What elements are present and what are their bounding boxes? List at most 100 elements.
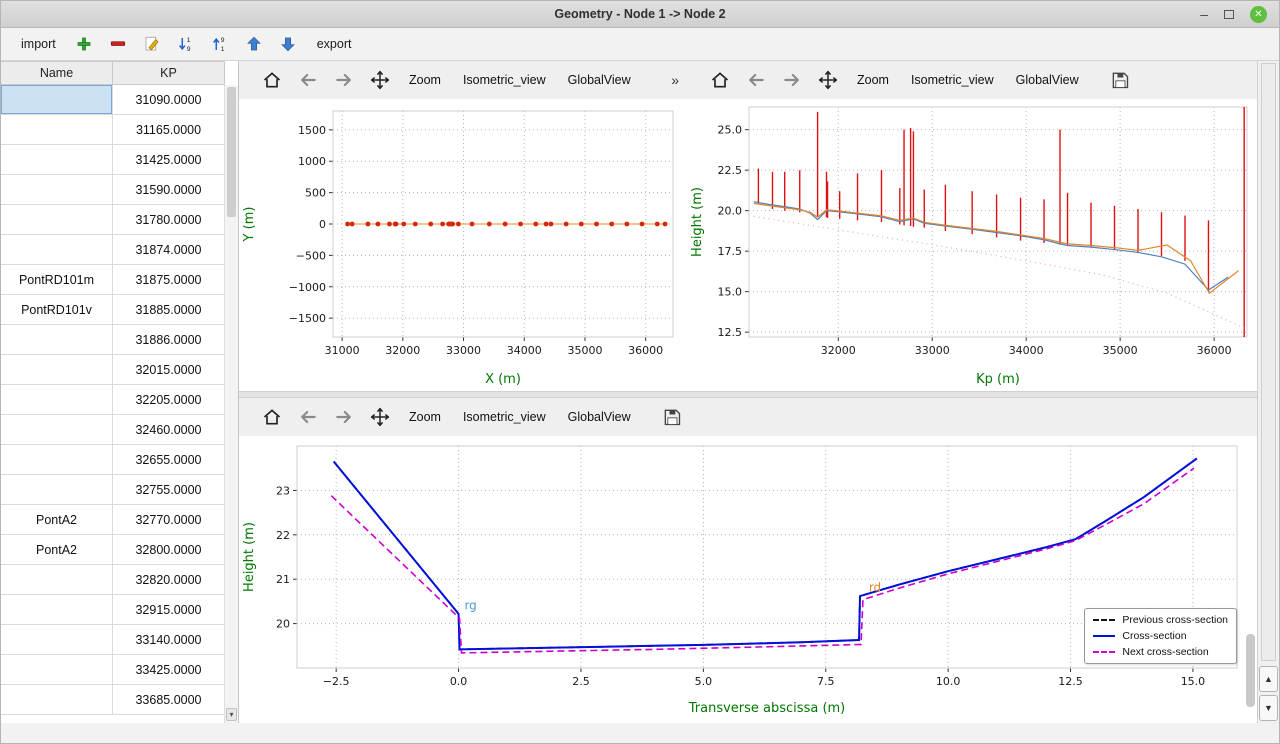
kp-cell[interactable]: 31165.0000 xyxy=(113,115,225,145)
pan-button[interactable] xyxy=(363,65,397,95)
name-cell[interactable]: PontRD101v xyxy=(1,295,113,325)
kp-cell[interactable]: 32800.0000 xyxy=(113,535,225,565)
table-row[interactable]: 32205.0000 xyxy=(1,385,238,415)
table-scrollbar[interactable]: ▾ xyxy=(224,85,238,723)
kp-cell[interactable]: 32770.0000 xyxy=(113,505,225,535)
edit-button[interactable] xyxy=(139,31,166,57)
import-button[interactable]: import xyxy=(13,34,64,54)
name-cell[interactable] xyxy=(1,85,113,115)
toolbar-overflow-button[interactable]: » xyxy=(671,72,679,88)
save-button[interactable] xyxy=(1103,65,1137,95)
kp-cell[interactable]: 33140.0000 xyxy=(113,625,225,655)
table-row[interactable]: 33685.0000 xyxy=(1,685,238,715)
name-cell[interactable] xyxy=(1,355,113,385)
scroll-down-button[interactable]: ▼ xyxy=(1259,695,1278,721)
table-row[interactable]: 31165.0000 xyxy=(1,115,238,145)
kp-cell[interactable]: 32205.0000 xyxy=(113,385,225,415)
name-cell[interactable] xyxy=(1,565,113,595)
table-row[interactable]: 32755.0000 xyxy=(1,475,238,505)
name-cell[interactable] xyxy=(1,655,113,685)
cross-section-chart[interactable]: −2.50.02.55.07.510.012.515.020212223rgrd… xyxy=(239,436,1253,720)
save-button[interactable] xyxy=(655,402,689,432)
table-row[interactable]: PontRD101m 31875.0000 xyxy=(1,265,238,295)
kp-cell[interactable]: 32655.0000 xyxy=(113,445,225,475)
name-cell[interactable] xyxy=(1,625,113,655)
table-row[interactable]: 32915.0000 xyxy=(1,595,238,625)
kp-cell[interactable]: 31885.0000 xyxy=(113,295,225,325)
forward-button[interactable] xyxy=(327,402,361,432)
home-button[interactable] xyxy=(703,65,737,95)
table-row[interactable]: 31590.0000 xyxy=(1,175,238,205)
zoom-button[interactable]: Zoom xyxy=(399,404,451,430)
scroll-up-button[interactable]: ▲ xyxy=(1259,666,1278,692)
kp-cell[interactable]: 33685.0000 xyxy=(113,685,225,715)
table-row[interactable]: 32820.0000 xyxy=(1,565,238,595)
table-row[interactable]: 31886.0000 xyxy=(1,325,238,355)
name-cell[interactable] xyxy=(1,115,113,145)
isometric-view-button[interactable]: Isometric_view xyxy=(901,67,1004,93)
kp-cell[interactable]: 31886.0000 xyxy=(113,325,225,355)
kp-cell[interactable]: 31875.0000 xyxy=(113,265,225,295)
pan-button[interactable] xyxy=(811,65,845,95)
table-row[interactable]: 32015.0000 xyxy=(1,355,238,385)
horizontal-splitter[interactable] xyxy=(239,391,1257,398)
pan-button[interactable] xyxy=(363,402,397,432)
kp-cell[interactable]: 31090.0000 xyxy=(113,85,225,115)
table-row[interactable]: 32460.0000 xyxy=(1,415,238,445)
remove-button[interactable] xyxy=(105,31,132,57)
scrollbar-track[interactable] xyxy=(1261,63,1276,661)
table-row[interactable]: 31874.0000 xyxy=(1,235,238,265)
table-row[interactable]: 32655.0000 xyxy=(1,445,238,475)
name-cell[interactable] xyxy=(1,685,113,715)
name-cell[interactable] xyxy=(1,175,113,205)
sort-ascending-button[interactable]: 91 xyxy=(207,31,234,57)
table-scrollbar-thumb[interactable] xyxy=(227,87,236,217)
table-scroll-down-button[interactable]: ▾ xyxy=(226,708,237,721)
name-cell[interactable] xyxy=(1,445,113,475)
close-button[interactable]: ✕ xyxy=(1250,6,1267,23)
name-cell[interactable]: PontRD101m xyxy=(1,265,113,295)
kp-cell[interactable]: 32755.0000 xyxy=(113,475,225,505)
minimize-button[interactable]: – xyxy=(1200,9,1208,19)
name-cell[interactable]: PontA2 xyxy=(1,505,113,535)
kp-cell[interactable]: 32460.0000 xyxy=(113,415,225,445)
kp-cell[interactable]: 32820.0000 xyxy=(113,565,225,595)
restore-button[interactable] xyxy=(1224,10,1234,19)
global-view-button[interactable]: GlobalView xyxy=(1006,67,1089,93)
table-row[interactable]: PontRD101v 31885.0000 xyxy=(1,295,238,325)
move-down-button[interactable] xyxy=(275,31,302,57)
isometric-view-button[interactable]: Isometric_view xyxy=(453,404,556,430)
isometric-view-button[interactable]: Isometric_view xyxy=(453,67,556,93)
panel-scrollbar-thumb[interactable] xyxy=(1246,634,1255,707)
column-header-kp[interactable]: KP xyxy=(113,61,225,85)
column-header-name[interactable]: Name xyxy=(1,61,113,85)
back-button[interactable] xyxy=(291,402,325,432)
name-cell[interactable] xyxy=(1,385,113,415)
plan-view-chart[interactable]: 310003200033000340003500036000−1500−1000… xyxy=(239,99,687,391)
name-cell[interactable] xyxy=(1,475,113,505)
table-row[interactable]: 31090.0000 xyxy=(1,85,238,115)
back-button[interactable] xyxy=(291,65,325,95)
name-cell[interactable] xyxy=(1,205,113,235)
global-view-button[interactable]: GlobalView xyxy=(558,404,641,430)
home-button[interactable] xyxy=(255,402,289,432)
back-button[interactable] xyxy=(739,65,773,95)
name-cell[interactable] xyxy=(1,325,113,355)
forward-button[interactable] xyxy=(327,65,361,95)
kp-cell[interactable]: 32015.0000 xyxy=(113,355,225,385)
name-cell[interactable] xyxy=(1,415,113,445)
table-row[interactable]: PontA2 32770.0000 xyxy=(1,505,238,535)
name-cell[interactable] xyxy=(1,595,113,625)
home-button[interactable] xyxy=(255,65,289,95)
add-button[interactable] xyxy=(71,31,98,57)
kp-cell[interactable]: 33425.0000 xyxy=(113,655,225,685)
kp-cell[interactable]: 31780.0000 xyxy=(113,205,225,235)
name-cell[interactable] xyxy=(1,145,113,175)
export-button[interactable]: export xyxy=(309,34,360,54)
forward-button[interactable] xyxy=(775,65,809,95)
sort-descending-button[interactable]: 19 xyxy=(173,31,200,57)
table-row[interactable]: 31425.0000 xyxy=(1,145,238,175)
table-row[interactable]: 33140.0000 xyxy=(1,625,238,655)
zoom-button[interactable]: Zoom xyxy=(399,67,451,93)
kp-cell[interactable]: 31874.0000 xyxy=(113,235,225,265)
